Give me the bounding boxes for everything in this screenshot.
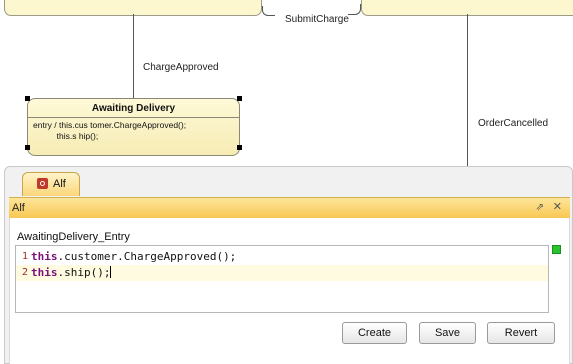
selection-handle-bottom-left[interactable] bbox=[25, 145, 30, 150]
selection-handle-top-right[interactable] bbox=[237, 96, 242, 101]
alf-code-editor[interactable]: 1 this.customer.ChargeApproved(); 2 this… bbox=[15, 245, 549, 313]
restore-icon[interactable]: ⇗ bbox=[536, 202, 544, 213]
state-machine-diagram: SubmitCharge ChargeApproved OrderCancell… bbox=[0, 0, 573, 170]
code-rest: .ship(); bbox=[57, 266, 111, 279]
transition-label-submit-charge[interactable]: SubmitCharge bbox=[285, 14, 349, 25]
code-line[interactable]: 1 this.customer.ChargeApproved(); bbox=[16, 249, 548, 265]
text-caret bbox=[110, 266, 112, 278]
transition-label-charge-approved[interactable]: ChargeApproved bbox=[143, 62, 219, 73]
tab-alf[interactable]: Alf bbox=[22, 172, 80, 196]
state-entry-behavior: entry / this.cus tomer.ChargeApproved();… bbox=[33, 120, 187, 141]
revert-button[interactable]: Revert bbox=[487, 322, 555, 344]
code-text: this.ship(); bbox=[31, 266, 112, 279]
save-button[interactable]: Save bbox=[419, 322, 476, 344]
code-keyword: this bbox=[31, 266, 58, 279]
state-name: Awaiting Delivery bbox=[91, 103, 176, 114]
selection-handle-top-left[interactable] bbox=[25, 96, 30, 101]
state-awaiting-delivery[interactable]: Awaiting Delivery entry / this.cus tomer… bbox=[27, 98, 240, 156]
submit-charge-connector bbox=[262, 6, 275, 16]
submit-charge-connector-end bbox=[348, 4, 361, 15]
line-number: 2 bbox=[21, 267, 28, 278]
behavior-name-label: AwaitingDelivery_Entry bbox=[17, 231, 130, 243]
tab-alf-label: Alf bbox=[53, 178, 66, 190]
status-ok-icon bbox=[552, 245, 561, 254]
line-number: 1 bbox=[21, 251, 28, 262]
transition-label-order-cancelled[interactable]: OrderCancelled bbox=[478, 118, 548, 129]
panel-header: Alf ⇗ ✕ bbox=[9, 197, 570, 218]
selection-handle-bottom-right[interactable] bbox=[237, 145, 242, 150]
create-button[interactable]: Create bbox=[342, 322, 407, 344]
transition-line-order-cancelled[interactable] bbox=[467, 14, 468, 170]
transition-line-charge-approved[interactable] bbox=[133, 14, 134, 98]
code-text: this.customer.ChargeApproved(); bbox=[31, 250, 236, 263]
panel-title: Alf bbox=[12, 202, 25, 214]
alf-tab-icon bbox=[37, 178, 48, 189]
close-icon[interactable]: ✕ bbox=[553, 200, 562, 213]
code-line-current[interactable]: 2 this.ship(); bbox=[16, 265, 548, 281]
code-rest: .customer.ChargeApproved(); bbox=[57, 250, 237, 263]
code-keyword: this bbox=[31, 250, 58, 263]
